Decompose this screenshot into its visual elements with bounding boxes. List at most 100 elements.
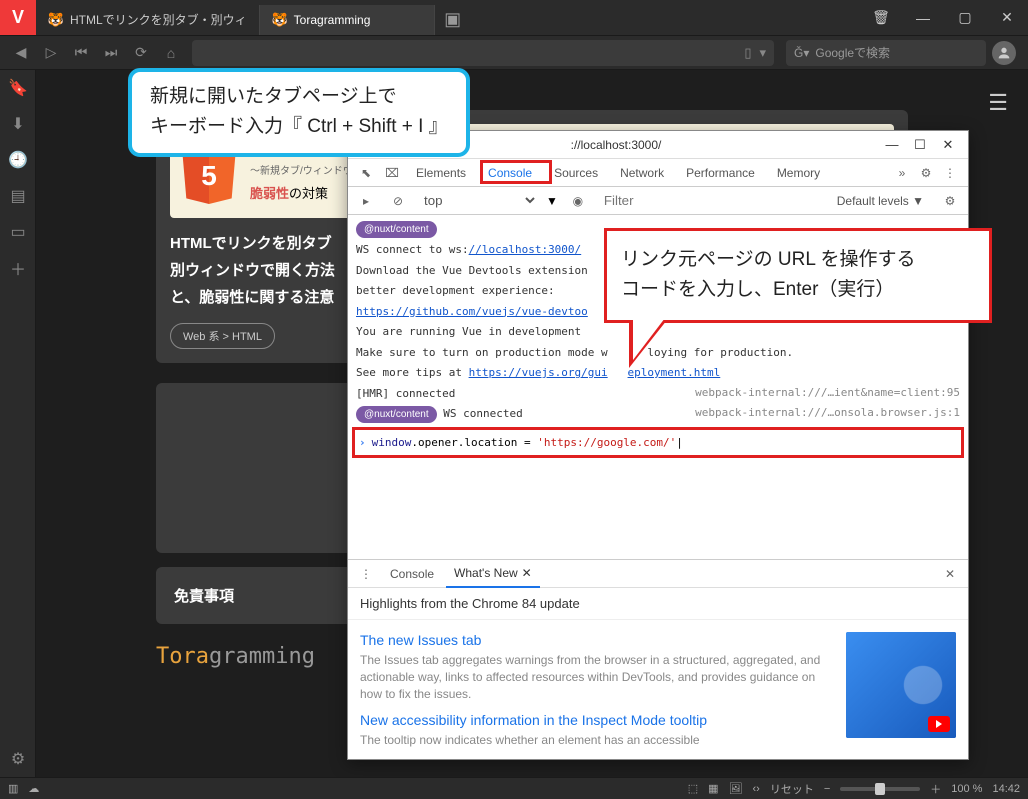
side-panel: 🔖 ⬇ 🕘 ▤ ▭ ＋ ⚙ [0,70,36,777]
news-thumbnail[interactable] [846,632,956,738]
console-filter-input[interactable] [598,191,823,211]
vivaldi-logo-icon: V [12,7,24,28]
settings-button[interactable]: ⚙ [0,741,36,777]
page-actions-icon[interactable]: ‹› [753,783,760,795]
forward-button[interactable]: ▷ [36,38,66,68]
profile-avatar[interactable] [992,41,1016,65]
rewind-button[interactable]: ⏮ [66,38,96,68]
close-icon[interactable]: ✕ [934,137,962,153]
bookmark-icon[interactable]: ▯ [744,45,751,61]
device-toggle-button[interactable]: ⌧ [380,161,404,185]
drawer-close-button[interactable]: ✕ [938,567,962,581]
clock: 14:42 [992,783,1020,795]
fast-forward-button[interactable]: ⏭ [96,38,126,68]
youtube-play-icon [928,716,950,732]
console-input-highlight: › window.opener.location = 'https://goog… [352,427,964,458]
clear-console-button[interactable]: ⊘ [386,189,410,213]
source-link[interactable]: webpack-internal:///…onsola.browser.js:1 [695,406,960,419]
tab-console[interactable]: Console [478,159,542,187]
tab-memory[interactable]: Memory [767,159,830,187]
maximize-button[interactable]: ▢ [944,0,986,35]
tiling-icon[interactable]: ▦ [708,782,718,795]
devtools-settings-icon[interactable]: ⚙ [914,161,938,185]
prompt-caret-icon: › [359,436,366,449]
close-button[interactable]: ✕ [986,0,1028,35]
more-tabs-icon[interactable]: » [890,161,914,185]
zoom-value: 100 % [951,783,982,795]
title-bar: V 🐯 HTMLでリンクを別タブ・別ウィ 🐯 Toragramming ▣ 🗑 … [0,0,1028,35]
annotation-callout-2: リンク元ページの URL を操作する コードを入力し、Enter（実行） [604,228,992,323]
address-bar: ◀ ▷ ⏮ ⏭ ⟳ ⌂ ▯ ▾ Ǧ▾ Googleで検索 [0,35,1028,70]
favicon-icon: 🐯 [272,12,288,28]
notes-panel-button[interactable]: ▤ [0,178,36,214]
tab-network[interactable]: Network [610,159,674,187]
minimize-button[interactable]: — [902,0,944,35]
trash-button[interactable]: 🗑 [860,0,902,35]
capture-icon[interactable]: ⬚ [688,782,698,795]
maximize-icon[interactable]: ☐ [906,137,934,153]
search-field[interactable]: Ǧ▾ Googleで検索 [786,40,986,66]
log-badge: @nuxt/content [356,221,437,238]
back-button[interactable]: ◀ [6,38,36,68]
console-settings-icon[interactable]: ⚙ [938,189,962,213]
live-expression-button[interactable]: ◉ [566,189,590,213]
console-toolbar: ▸ ⊘ top ▼ ◉ Default levels ▼ ⚙ [348,187,968,215]
tab-elements[interactable]: Elements [406,159,476,187]
panel-toggle-icon[interactable]: ▥ [8,782,18,795]
zoom-slider[interactable] [840,787,920,791]
console-sidebar-toggle[interactable]: ▸ [354,189,378,213]
console-input[interactable]: window.opener.location = 'https://google… [372,436,957,449]
reload-button[interactable]: ⟳ [126,38,156,68]
news-body: The tooltip now indicates whether an ele… [360,732,834,749]
log-badge: @nuxt/content [356,406,437,423]
sync-icon[interactable]: ☁ [28,782,39,795]
devtools-drawer: ⋮ Console What's New ✕ ✕ Highlights from… [348,559,968,759]
status-bar: ▥ ☁ ⬚ ▦ 🖼 ‹› リセット − ＋ 100 % 14:42 [0,777,1028,799]
user-icon [996,45,1012,61]
tab-title: Toragramming [294,13,371,27]
history-panel-button[interactable]: 🕘 [0,142,36,178]
zoom-out-button[interactable]: − [824,783,830,795]
inspect-element-button[interactable]: ⬉ [354,161,378,185]
new-tab-button[interactable]: ▣ [439,6,467,34]
close-tab-icon[interactable]: ✕ [522,566,532,580]
minimize-icon[interactable]: — [878,137,906,152]
log-levels-select[interactable]: Default levels ▼ [831,194,930,208]
tab-title: HTMLでリンクを別タブ・別ウィ [70,11,247,28]
news-link[interactable]: The new Issues tab [360,632,834,648]
image-toggle-icon[interactable]: 🖼 [729,782,743,795]
category-pill[interactable]: Web 系 > HTML [170,323,275,349]
tab-2[interactable]: 🐯 Toragramming [260,5,435,35]
favicon-icon: 🐯 [48,12,64,28]
add-panel-button[interactable]: ＋ [0,250,36,286]
drawer-menu-icon[interactable]: ⋮ [354,562,378,586]
news-link[interactable]: New accessibility information in the Ins… [360,712,834,728]
devtools-menu-icon[interactable]: ⋮ [938,161,962,185]
search-placeholder: Googleで検索 [815,44,890,61]
downloads-panel-button[interactable]: ⬇ [0,106,36,142]
drawer-news: The new Issues tab The Issues tab aggreg… [348,620,968,771]
disclaimer-title: 免責事項 [174,588,234,605]
window-panel-button[interactable]: ▭ [0,214,36,250]
news-body: The Issues tab aggregates warnings from … [360,652,834,702]
tab-1[interactable]: 🐯 HTMLでリンクを別タブ・別ウィ [36,5,260,35]
devtools-window: ://localhost:3000/ — ☐ ✕ ⬉ ⌧ Elements Co… [347,130,969,760]
site-menu-button[interactable]: ☰ [988,90,1008,116]
bookmarks-panel-button[interactable]: 🔖 [0,70,36,106]
devtools-tabs: ⬉ ⌧ Elements Console Sources Network Per… [348,159,968,187]
context-select[interactable]: top [418,190,538,211]
annotation-callout-1: 新規に開いたタブページ上で キーボード入力『 Ctrl + Shift + I … [128,68,470,157]
tab-performance[interactable]: Performance [676,159,765,187]
search-engine-icon: Ǧ▾ [794,46,809,60]
drawer-tab-whatsnew[interactable]: What's New ✕ [446,560,540,588]
window-controls: 🗑 — ▢ ✕ [860,0,1028,35]
home-button[interactable]: ⌂ [156,38,186,68]
chevron-down-icon[interactable]: ▾ [759,45,766,61]
zoom-reset-button[interactable]: リセット [770,781,814,797]
source-link[interactable]: webpack-internal:///…ient&name=client:95 [695,386,960,399]
url-field[interactable]: ▯ ▾ [192,40,774,66]
zoom-in-button[interactable]: ＋ [930,781,941,797]
drawer-tab-console[interactable]: Console [382,560,442,588]
tab-sources[interactable]: Sources [544,159,608,187]
vivaldi-menu-button[interactable]: V [0,0,36,35]
